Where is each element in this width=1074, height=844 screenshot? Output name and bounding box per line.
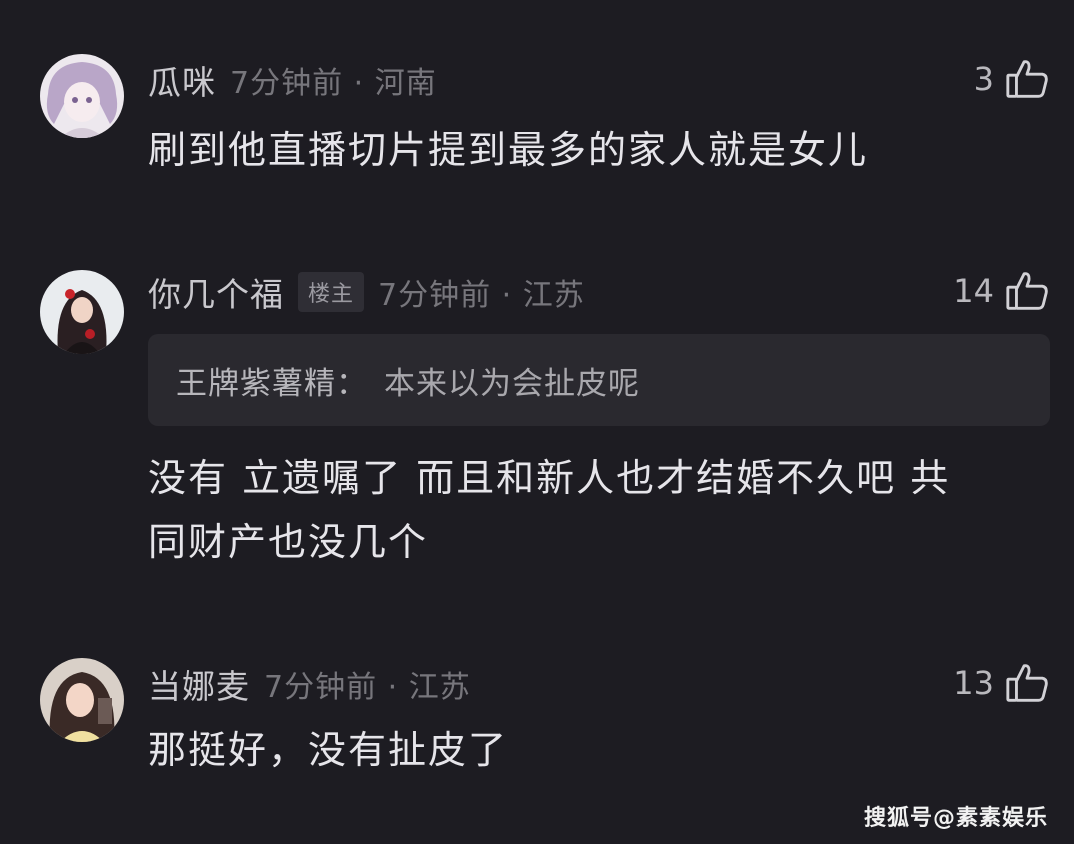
avatar[interactable] [40, 54, 124, 138]
thumbs-up-icon[interactable] [1004, 56, 1050, 102]
comment-section: 瓜咪 7分钟前 · 河南 3 刷到他直播切片提到最多的家人就是女儿 你几个福 楼… [0, 0, 1074, 844]
like-button[interactable]: 13 [953, 658, 1050, 708]
thumbs-up-icon[interactable] [1004, 660, 1050, 706]
like-count: 14 [953, 272, 994, 310]
watermark: 搜狐号@素素娱乐 [863, 806, 1048, 831]
thumbs-up-icon[interactable] [1004, 268, 1050, 314]
comment-text-line: 同财产也没几个 [148, 520, 429, 564]
reply-text: 本来以为会扯皮呢 [384, 365, 640, 402]
comment-text: 没有 立遗嘱了 而且和新人也才结婚不久吧 共 同财产也没几个 [148, 446, 950, 574]
like-count: 13 [953, 664, 994, 702]
quoted-reply[interactable]: 王牌紫薯精： 本来以为会扯皮呢 [148, 334, 1050, 426]
comment-meta: 你几个福 楼主 7分钟前 · 江苏 [148, 272, 585, 314]
reply-username[interactable]: 王牌紫薯精： [176, 358, 368, 403]
op-badge: 楼主 [298, 272, 365, 312]
username[interactable]: 你几个福 [148, 268, 284, 316]
comment-meta: 瓜咪 7分钟前 · 河南 [148, 60, 437, 102]
username[interactable]: 瓜咪 [148, 56, 216, 104]
avatar[interactable] [40, 270, 124, 354]
comment-text-line: 没有 立遗嘱了 而且和新人也才结婚不久吧 共 [148, 456, 951, 500]
like-button[interactable]: 14 [953, 266, 1050, 316]
time-location: 7分钟前 · 江苏 [264, 670, 471, 705]
comment-text: 那挺好，没有扯皮了 [148, 728, 509, 772]
username[interactable]: 当娜麦 [148, 660, 250, 708]
time-location: 7分钟前 · 河南 [230, 66, 437, 101]
time-location: 7分钟前 · 江苏 [378, 278, 585, 313]
like-button[interactable]: 3 [974, 54, 1050, 104]
avatar[interactable] [40, 658, 124, 742]
like-count: 3 [973, 60, 994, 98]
comment-text: 刷到他直播切片提到最多的家人就是女儿 [148, 128, 869, 172]
comment-meta: 当娜麦 7分钟前 · 江苏 [148, 664, 471, 706]
